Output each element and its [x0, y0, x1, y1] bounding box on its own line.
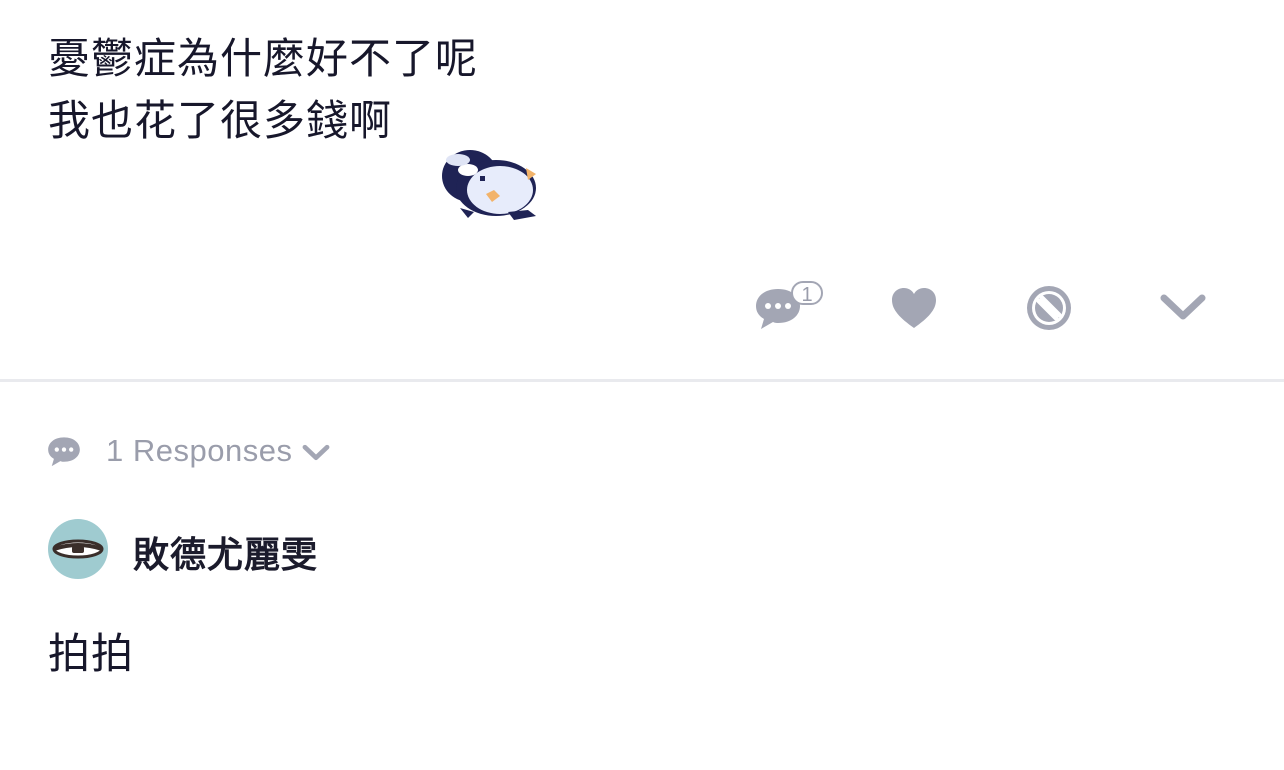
responses-count-label: 1 Responses	[106, 433, 293, 468]
like-button[interactable]	[884, 280, 944, 336]
commenter-name[interactable]: 敗德尤麗雯	[133, 526, 318, 578]
post-text-line: 憂鬱症為什麼好不了呢	[48, 34, 479, 83]
more-options-button[interactable]	[1153, 280, 1213, 336]
commenter-avatar[interactable]	[48, 519, 108, 579]
share-link-icon	[1027, 286, 1071, 330]
avatar-eye-illustration	[52, 539, 104, 559]
post-action-bar	[0, 280, 1284, 340]
post-content: 憂鬱症為什麼好不了呢 我也花了很多錢啊	[48, 28, 478, 152]
responses-comment-icon	[48, 437, 80, 467]
comment-count-badge: 1	[791, 281, 823, 306]
penguin-sticker	[442, 150, 536, 220]
heart-icon	[892, 288, 936, 328]
share-link-button[interactable]	[1019, 280, 1079, 336]
section-divider	[0, 379, 1284, 382]
responses-toggle[interactable]: 1 Responses	[46, 428, 330, 474]
chevron-down-icon	[1160, 294, 1206, 320]
post-text-line: 我也花了很多錢啊	[48, 96, 393, 145]
chevron-down-icon	[303, 444, 330, 460]
comment-body: 拍拍	[48, 629, 135, 678]
